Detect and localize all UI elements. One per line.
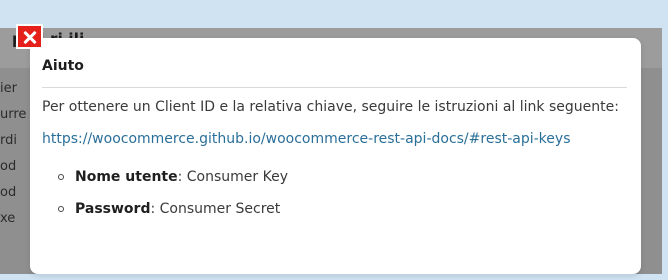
list-item: Password: Consumer Secret [42,198,627,220]
list-item-value: Consumer Key [186,169,289,185]
background-line-fragment: od [0,186,17,200]
close-button[interactable] [16,24,43,49]
background-left-text-fragments: ier urre rdi od od xe [0,82,28,252]
bullet-icon [58,174,64,180]
modal-divider [42,87,627,88]
list-item-label: Password [75,201,151,217]
background-line-fragment: xe [0,212,16,226]
docs-link[interactable]: https://woocommerce.github.io/woocommerc… [42,128,571,150]
modal-title: Aiuto [42,58,84,74]
background-line-fragment: ier [0,82,17,96]
modal-intro-text: Per ottenere un Client ID e la relativa … [42,99,619,115]
list-item-separator: : [150,201,160,217]
modal-body: Per ottenere un Client ID e la relativa … [42,96,627,230]
background-line-fragment: urre [0,108,27,122]
background-line-fragment: rdi [0,134,17,148]
credentials-list: Nome utente: Consumer Key Password: Cons… [42,166,627,220]
background-line-fragment: od [0,160,17,174]
list-item-value: Consumer Secret [159,201,281,217]
help-modal: Aiuto Per ottenere un Client ID e la rel… [30,38,641,274]
list-item-label: Nome utente [75,169,178,185]
bullet-icon [58,206,64,212]
list-item: Nome utente: Consumer Key [42,166,627,188]
list-item-separator: : [177,169,187,185]
